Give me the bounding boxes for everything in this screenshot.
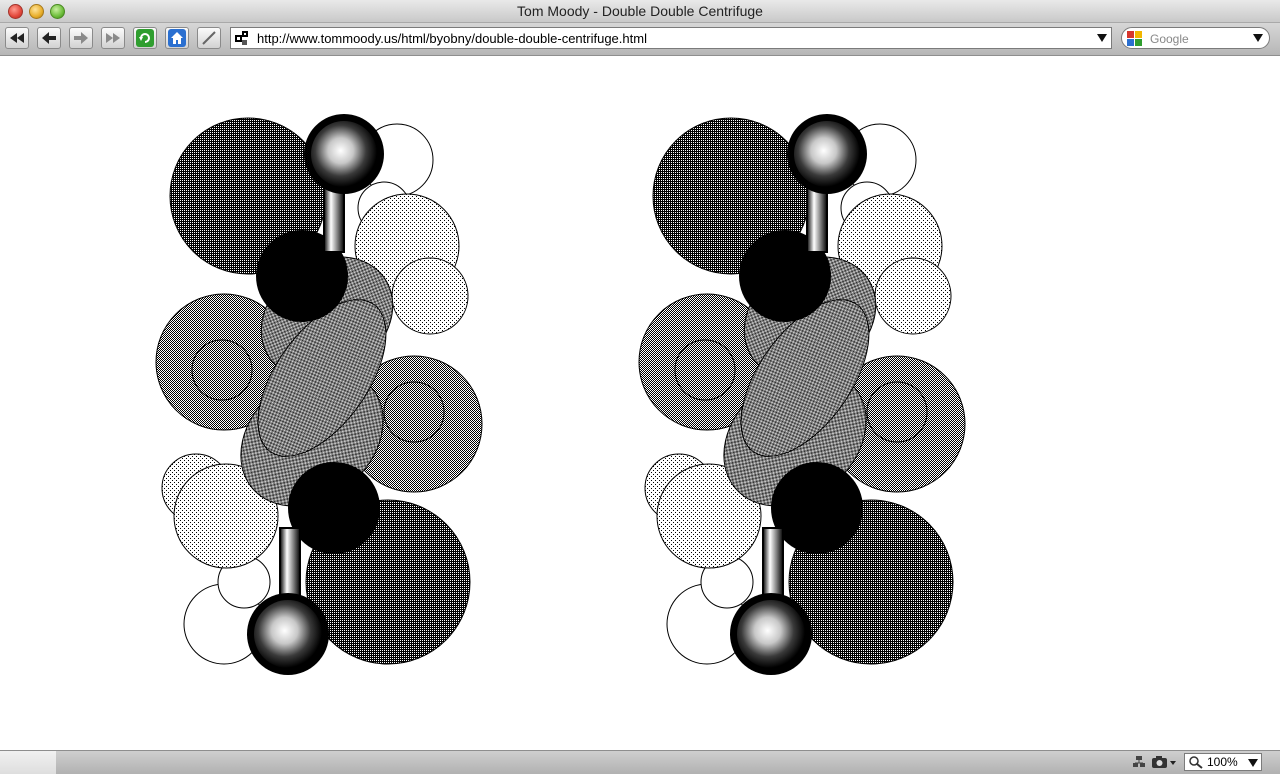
site-favicon-icon <box>234 30 251 47</box>
url-dropdown-icon[interactable] <box>1097 34 1107 42</box>
title-bar: Tom Moody - Double Double Centrifuge <box>0 0 1280 23</box>
magnifier-icon <box>1189 756 1203 769</box>
url-text[interactable]: http://www.tommoody.us/html/byobny/doubl… <box>257 31 647 46</box>
edit-button[interactable] <box>197 27 221 49</box>
window-title: Tom Moody - Double Double Centrifuge <box>517 3 763 19</box>
google-icon <box>1127 31 1142 46</box>
molecule-image-left <box>155 113 483 676</box>
fast-forward-icon <box>106 33 120 43</box>
network-icon[interactable] <box>1132 755 1146 769</box>
search-placeholder: Google <box>1150 32 1189 46</box>
home-button[interactable] <box>165 27 189 49</box>
reload-icon <box>136 29 154 47</box>
reload-button[interactable] <box>133 27 157 49</box>
page-content <box>0 56 1280 750</box>
zoom-level: 100% <box>1207 755 1238 769</box>
molecule-image-right <box>638 113 966 676</box>
status-text-area <box>0 751 56 774</box>
search-dropdown-icon[interactable] <box>1253 34 1263 42</box>
search-box[interactable]: Google <box>1121 27 1270 49</box>
zoom-dropdown-icon[interactable] <box>1248 759 1258 767</box>
rewind-button[interactable] <box>5 27 29 49</box>
navigation-toolbar: http://www.tommoody.us/html/byobny/doubl… <box>0 23 1280 56</box>
camera-icon[interactable] <box>1152 755 1178 769</box>
zoom-control[interactable]: 100% <box>1184 753 1262 771</box>
back-arrow-icon <box>42 32 56 44</box>
rewind-icon <box>10 33 24 43</box>
home-icon <box>168 29 186 47</box>
pen-icon <box>202 31 216 45</box>
back-button[interactable] <box>37 27 61 49</box>
status-bar: 100% <box>0 750 1280 774</box>
forward-button[interactable] <box>69 27 93 49</box>
forward-arrow-icon <box>74 32 88 44</box>
address-bar[interactable]: http://www.tommoody.us/html/byobny/doubl… <box>230 27 1112 49</box>
fast-forward-button[interactable] <box>101 27 125 49</box>
